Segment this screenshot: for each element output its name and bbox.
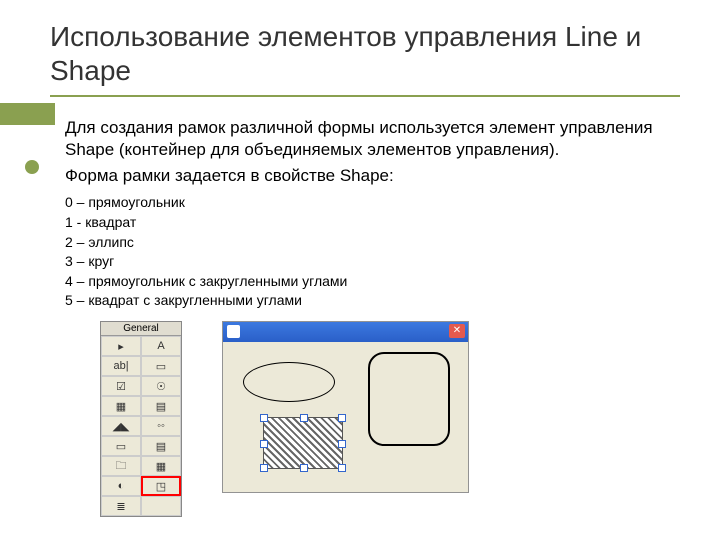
list-item: 0 – прямоугольник — [65, 193, 680, 213]
tool-drive-icon[interactable]: ▤ — [141, 436, 181, 456]
paragraph-2: Форма рамки задается в свойстве Shape: — [65, 165, 680, 187]
system-icon — [227, 325, 240, 338]
tool-file-icon[interactable]: ▦ — [141, 456, 181, 476]
resize-handle-icon[interactable] — [300, 414, 308, 422]
shape-values-list: 0 – прямоугольник 1 - квадрат 2 – эллипс… — [65, 193, 680, 311]
resize-handle-icon[interactable] — [338, 440, 346, 448]
tool-label-icon[interactable]: A — [141, 336, 181, 356]
list-item: 3 – круг — [65, 252, 680, 272]
illustration-row: General ▸ A ab| ▭ ☑ ☉ ▦ ▤ ◢◣ ◦◦ ▭ ▤ 🗀 ▦ … — [100, 321, 680, 517]
tool-textbox-icon[interactable]: ab| — [101, 356, 141, 376]
title-area: Использование элементов управления Line … — [50, 20, 680, 97]
resize-handle-icon[interactable] — [260, 440, 268, 448]
shape-rounded-rect — [368, 352, 450, 446]
resize-handle-icon[interactable] — [338, 414, 346, 422]
tool-hscroll-icon[interactable]: ◢◣ — [101, 416, 141, 436]
tool-timer-icon[interactable]: ▭ — [101, 436, 141, 456]
tool-listbox-icon[interactable]: ▤ — [141, 396, 181, 416]
list-item: 1 - квадрат — [65, 213, 680, 233]
resize-handle-icon[interactable] — [338, 464, 346, 472]
tool-checkbox-icon[interactable]: ☑ — [101, 376, 141, 396]
list-item: 2 – эллипс — [65, 233, 680, 253]
list-item: 5 – квадрат с закругленными углами — [65, 291, 680, 311]
paragraph-1: Для создания рамок различной формы испол… — [65, 117, 680, 161]
shape-pattern-rect[interactable] — [263, 417, 343, 469]
bullet-dot-icon — [25, 160, 39, 174]
resize-handle-icon[interactable] — [260, 464, 268, 472]
tool-dir-icon[interactable]: 🗀 — [101, 456, 141, 476]
tool-combobox-icon[interactable]: ▦ — [101, 396, 141, 416]
tool-frame-icon[interactable]: ▭ — [141, 356, 181, 376]
vb-toolbox: General ▸ A ab| ▭ ☑ ☉ ▦ ▤ ◢◣ ◦◦ ▭ ▤ 🗀 ▦ … — [100, 321, 182, 517]
tool-shape-icon[interactable]: ◳ — [141, 476, 181, 496]
tool-pointer-icon[interactable]: ▸ — [101, 336, 141, 356]
window-titlebar: ✕ — [223, 322, 468, 342]
resize-handle-icon[interactable] — [300, 464, 308, 472]
tool-data-icon[interactable]: ≣ — [101, 496, 141, 516]
toolbox-header: General — [101, 322, 181, 336]
accent-bar — [0, 103, 55, 125]
tool-option-icon[interactable]: ☉ — [141, 376, 181, 396]
resize-handle-icon[interactable] — [260, 414, 268, 422]
tool-grid: ▸ A ab| ▭ ☑ ☉ ▦ ▤ ◢◣ ◦◦ ▭ ▤ 🗀 ▦ ◐ ◳ ≣ — [101, 336, 181, 516]
list-item: 4 – прямоугольник с закругленными углами — [65, 272, 680, 292]
close-icon[interactable]: ✕ — [449, 324, 465, 338]
slide-title: Использование элементов управления Line … — [50, 20, 680, 87]
tool-vscroll-icon[interactable]: ◦◦ — [141, 416, 181, 436]
tool-line-icon[interactable]: ◐ — [101, 476, 141, 496]
shape-ellipse — [243, 362, 335, 402]
tool-empty — [141, 496, 181, 516]
form-preview: ✕ — [222, 321, 469, 493]
